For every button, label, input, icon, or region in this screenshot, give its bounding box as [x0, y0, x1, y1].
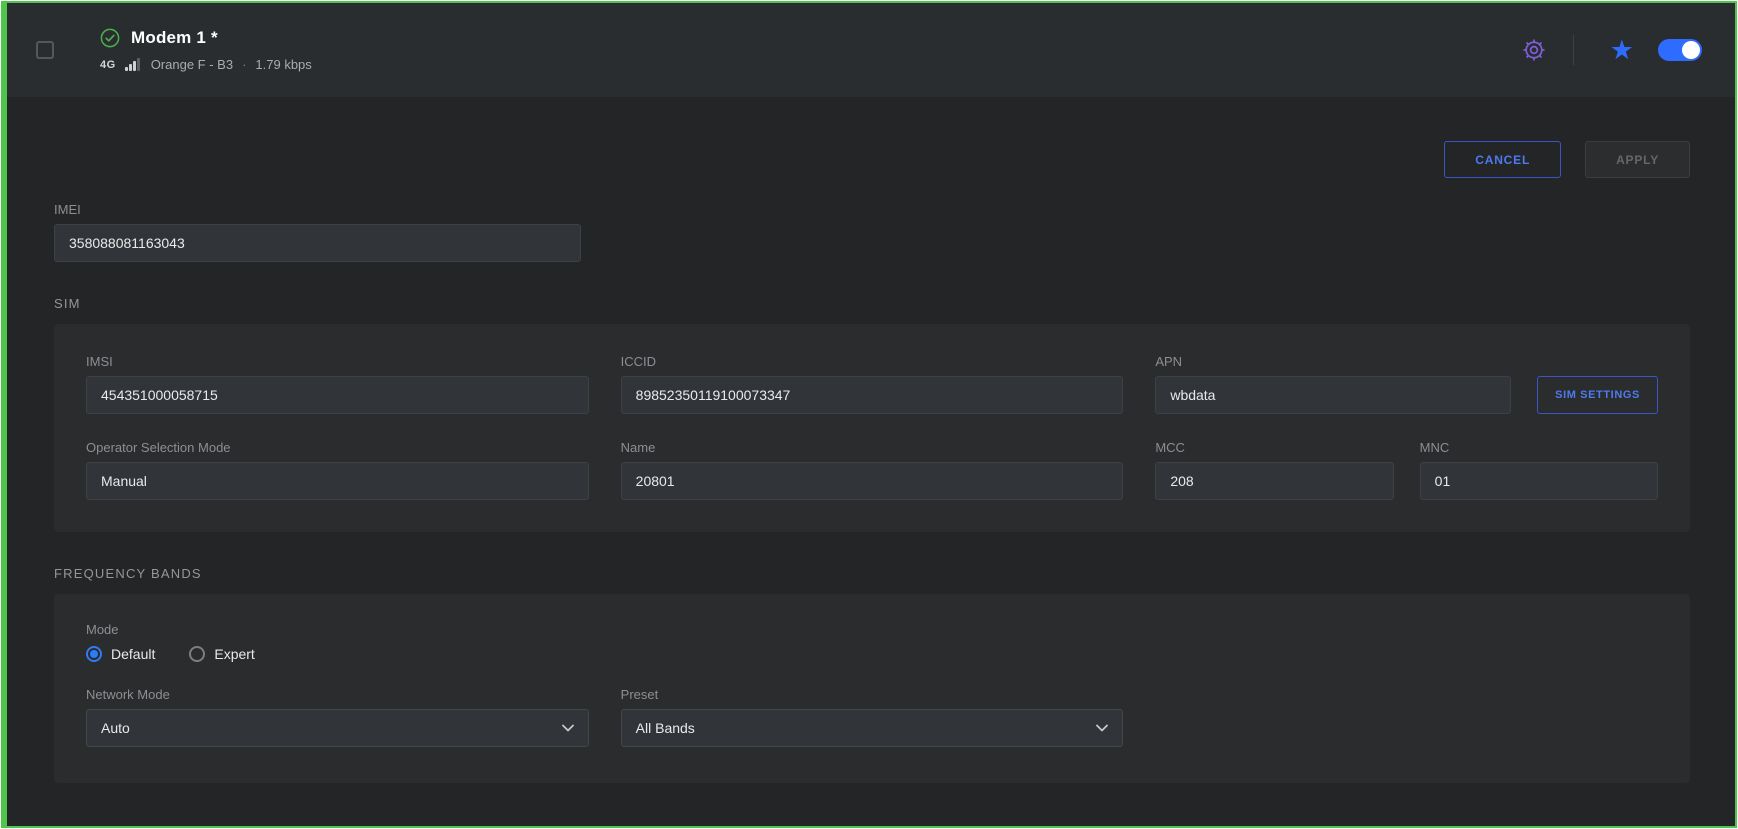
name-label: Name	[621, 440, 1124, 455]
modem-title: Modem 1 *	[131, 28, 218, 48]
name-input[interactable]	[621, 462, 1124, 500]
operator-selection-mode-label: Operator Selection Mode	[86, 440, 589, 455]
apn-input[interactable]	[1155, 376, 1511, 414]
mcc-mnc-cell: MCC MNC	[1155, 440, 1658, 500]
signal-strength-icon	[125, 58, 140, 71]
settings-gear-icon[interactable]	[1521, 37, 1547, 63]
mcc-label: MCC	[1155, 440, 1393, 455]
mode-label: Mode	[86, 622, 1658, 637]
radio-default-control	[86, 646, 102, 662]
speed-label: 1.79 kbps	[255, 57, 311, 72]
favorite-star-icon[interactable]: ★	[1610, 37, 1634, 64]
band-selects-row: Network Mode Auto Preset All Bands	[86, 687, 1658, 747]
modem-header-info: Modem 1 * 4G Orange F - B3 · 1.79 kbps	[100, 28, 312, 72]
modem-header: Modem 1 * 4G Orange F - B3 · 1.79 kbps ★	[7, 3, 1735, 97]
form-actions: CANCEL APPLY	[54, 141, 1690, 178]
chevron-down-icon	[562, 724, 574, 732]
network-mode-label: Network Mode	[86, 687, 589, 702]
iccid-label: ICCID	[621, 354, 1124, 369]
radio-expert[interactable]: Expert	[189, 646, 254, 662]
apn-cell: APN SIM SETTINGS	[1155, 354, 1658, 414]
network-mode-field: Network Mode Auto	[86, 687, 589, 747]
radio-default[interactable]: Default	[86, 646, 155, 662]
operator-selection-mode-input[interactable]	[86, 462, 589, 500]
sim-card: IMSI ICCID APN SIM SETTINGS Operator Sel…	[54, 324, 1690, 532]
cancel-button[interactable]: CANCEL	[1444, 141, 1561, 178]
sim-settings-button[interactable]: SIM SETTINGS	[1537, 376, 1658, 414]
imsi-label: IMSI	[86, 354, 589, 369]
preset-label: Preset	[621, 687, 1124, 702]
radio-expert-control	[189, 646, 205, 662]
toggle-knob	[1682, 41, 1700, 59]
imei-input[interactable]	[54, 224, 581, 262]
header-divider	[1573, 35, 1574, 65]
iccid-field: ICCID	[621, 354, 1124, 414]
preset-select[interactable]: All Bands	[621, 709, 1124, 747]
chevron-down-icon	[1096, 724, 1108, 732]
header-actions: ★	[1521, 35, 1702, 65]
status-ok-icon	[100, 28, 120, 48]
iccid-input[interactable]	[621, 376, 1124, 414]
network-mode-value: Auto	[101, 720, 130, 736]
radio-expert-label: Expert	[214, 646, 254, 662]
frequency-bands-section-label: FREQUENCY BANDS	[54, 566, 1690, 581]
modem-select-checkbox[interactable]	[36, 41, 54, 59]
preset-field: Preset All Bands	[621, 687, 1124, 747]
sim-section-label: SIM	[54, 296, 1690, 311]
modem-settings-form: CANCEL APPLY IMEI SIM IMSI ICCID APN	[7, 141, 1735, 783]
mcc-field: MCC	[1155, 440, 1393, 500]
imei-label: IMEI	[54, 202, 581, 217]
separator-dot: ·	[242, 57, 246, 72]
imei-field: IMEI	[54, 202, 581, 262]
imsi-field: IMSI	[86, 354, 589, 414]
operator-label: Orange F - B3	[151, 57, 233, 72]
network-type-badge: 4G	[100, 59, 116, 71]
mode-radio-group: Default Expert	[86, 646, 1658, 662]
empty-cell	[1155, 687, 1658, 747]
modem-panel: Modem 1 * 4G Orange F - B3 · 1.79 kbps ★	[1, 1, 1737, 828]
radio-default-label: Default	[111, 646, 155, 662]
network-mode-select[interactable]: Auto	[86, 709, 589, 747]
modem-enable-toggle[interactable]	[1658, 39, 1702, 61]
imsi-input[interactable]	[86, 376, 589, 414]
apply-button[interactable]: APPLY	[1585, 141, 1690, 178]
frequency-bands-card: Mode Default Expert Network Mode Auto	[54, 594, 1690, 783]
mnc-input[interactable]	[1420, 462, 1658, 500]
operator-selection-mode-field: Operator Selection Mode	[86, 440, 589, 500]
mcc-input[interactable]	[1155, 462, 1393, 500]
name-field: Name	[621, 440, 1124, 500]
mnc-label: MNC	[1420, 440, 1658, 455]
apn-label: APN	[1155, 354, 1511, 369]
preset-value: All Bands	[636, 720, 695, 736]
mnc-field: MNC	[1420, 440, 1658, 500]
apn-field: APN	[1155, 354, 1511, 414]
